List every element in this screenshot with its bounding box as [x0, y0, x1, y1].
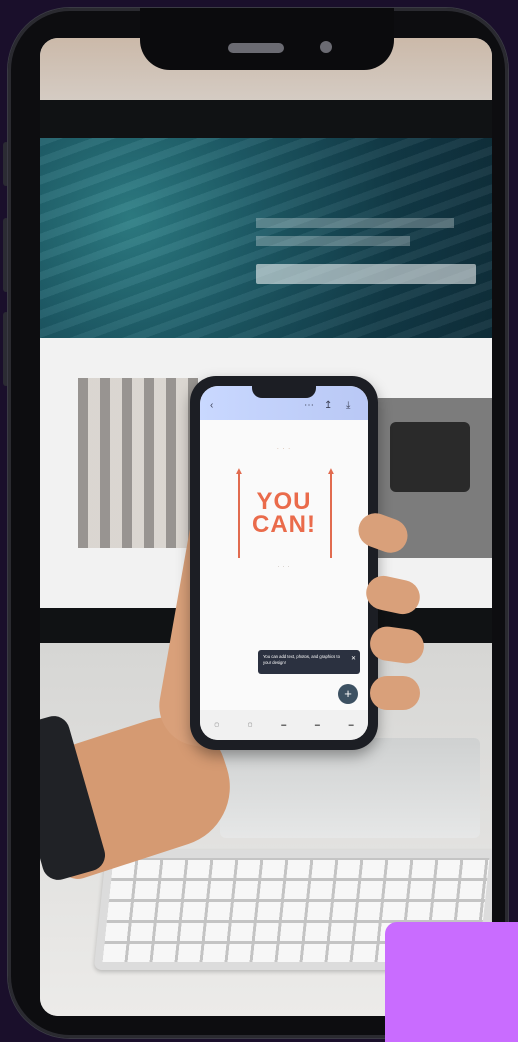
add-button[interactable]: + [338, 684, 358, 704]
share-icon: ↥ [324, 400, 333, 411]
cassette-player [390, 422, 470, 492]
plus-icon: + [344, 686, 352, 701]
headline-line-1: YOU [256, 488, 312, 515]
monitor-thumbnail-building [78, 378, 198, 548]
arrow-up-icon: ▲ [234, 466, 244, 477]
toolbar-item[interactable]: ▬ [281, 722, 286, 728]
arrow-up-icon: ▲ [326, 466, 336, 477]
download-icon: ⤓ [346, 400, 351, 411]
toolbar-icon[interactable]: ▢ [214, 722, 219, 728]
monitor-stand [220, 738, 480, 838]
handheld-notch [252, 386, 316, 398]
handheld-phone: ‹ ⋯ ↥ ⤓ · · · ▲ ▲ YOU CAN! · · · You can… [190, 376, 378, 750]
blurred-hero-text [256, 218, 476, 246]
tooltip-text: You can add text, photos, and graphics t… [263, 654, 340, 665]
blurred-search-bar [256, 264, 476, 284]
handheld-phone-screen: ‹ ⋯ ↥ ⤓ · · · ▲ ▲ YOU CAN! · · · You can… [200, 386, 368, 740]
editor-bottom-toolbar: ▢ ▢ ▬ ▬ ▬ [200, 710, 368, 740]
finger [370, 676, 420, 710]
toolbar-item[interactable]: ▬ [349, 722, 354, 728]
headline-line-2: CAN! [252, 511, 316, 538]
more-icon: ⋯ [304, 400, 314, 411]
earpiece-speaker [228, 43, 284, 53]
monitor-hero-image [40, 138, 492, 338]
toolbar-item[interactable]: ▬ [315, 722, 320, 728]
close-icon[interactable]: ✕ [351, 656, 356, 662]
poster-footer-text: · · · [277, 564, 291, 570]
back-icon: ‹ [210, 400, 214, 411]
phone-screen-photo: ‹ ⋯ ↥ ⤓ · · · ▲ ▲ YOU CAN! · · · You can… [40, 38, 492, 1016]
phone-notch [140, 8, 394, 70]
front-camera [320, 41, 332, 53]
toolbar-icon[interactable]: ▢ [248, 722, 253, 728]
poster-headline: YOU CAN! [200, 488, 368, 538]
poster-small-label: · · · [276, 446, 292, 452]
purple-accent-block [385, 922, 518, 1042]
hint-tooltip: You can add text, photos, and graphics t… [258, 650, 360, 674]
